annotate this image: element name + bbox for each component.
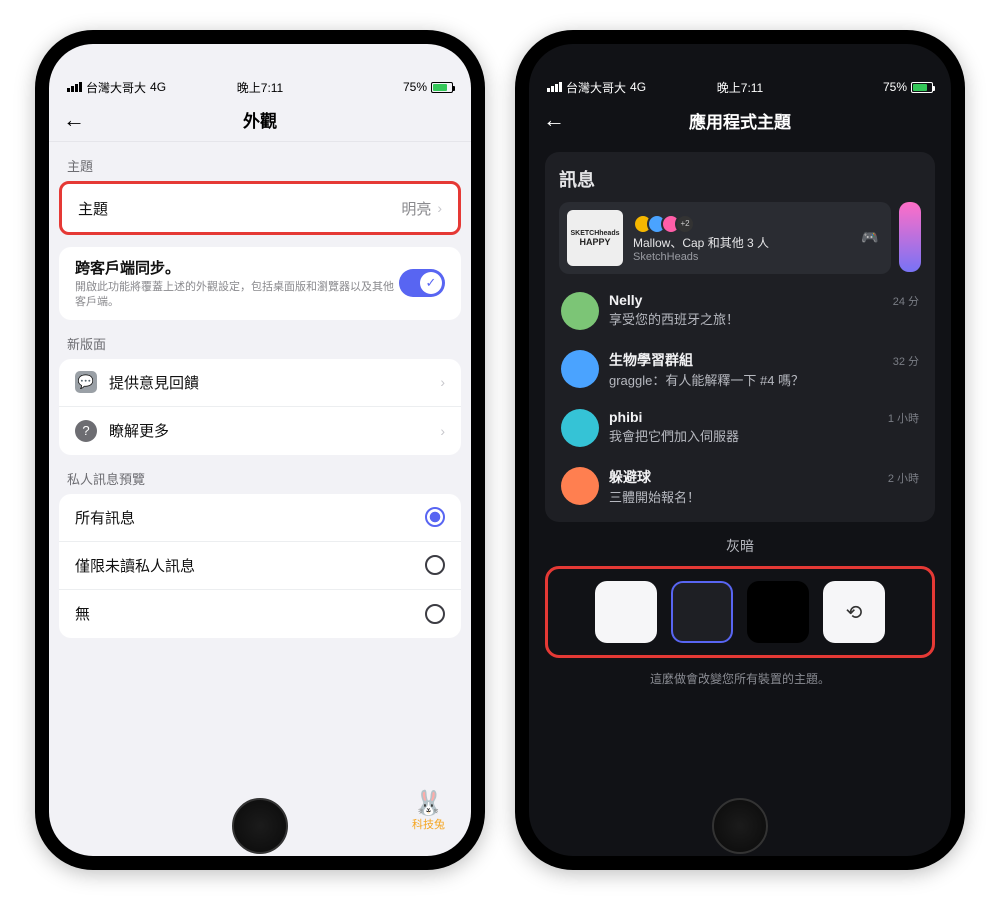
phone-left: 台灣大哥大 4G 晚上7:11 75% ← 外觀 主題 主題 明亮 › [35, 30, 485, 870]
nav-header: ← 應用程式主題 [529, 98, 951, 142]
message-text: 享受您的西班牙之旅！ [609, 309, 919, 328]
carrier-label: 台灣大哥大 [86, 79, 146, 96]
theme-option-light[interactable] [595, 581, 657, 643]
theme-row[interactable]: 主題 明亮 › [62, 184, 458, 232]
theme-option-auto[interactable]: ⟲ [823, 581, 885, 643]
back-button[interactable]: ← [63, 107, 85, 133]
message-text: 我會把它們加入伺服器 [609, 426, 919, 445]
footer-note: 這麼做會改變您所有裝置的主題。 [545, 670, 935, 687]
avatar [561, 350, 599, 388]
network-label: 4G [630, 80, 646, 94]
screen-appearance: 台灣大哥大 4G 晚上7:11 75% ← 外觀 主題 主題 明亮 › [49, 44, 471, 856]
current-theme-label: 灰暗 [545, 536, 935, 556]
avatar [561, 409, 599, 447]
signal-icon [547, 82, 562, 92]
network-label: 4G [150, 80, 166, 94]
message-name: Nelly [609, 292, 642, 308]
section-label-newlayout: 新版面 [49, 320, 471, 359]
page-title: 應用程式主題 [529, 108, 951, 133]
message-row[interactable]: phibi 1 小時我會把它們加入伺服器 [559, 399, 921, 457]
learn-more-label: 瞭解更多 [109, 420, 440, 441]
theme-option-dark[interactable] [671, 581, 733, 643]
avatar [561, 292, 599, 330]
sync-row[interactable]: 跨客戶端同步。 開啟此功能將覆蓋上述的外觀設定，包括桌面版和瀏覽器以及其他客戶端… [59, 247, 461, 320]
chevron-right-icon: › [437, 200, 442, 216]
battery-icon [911, 82, 933, 93]
message-name: 躲避球 [609, 467, 651, 487]
chat-icon: 💬 [75, 371, 97, 393]
activity-thumb: SKETCHheads HAPPY [567, 210, 623, 266]
battery-percent: 75% [403, 80, 427, 94]
avatar [561, 467, 599, 505]
theme-row-label: 主題 [78, 198, 401, 219]
theme-selector-highlight: ⟲ [545, 566, 935, 658]
message-text: 三體開始報名！ [609, 487, 919, 506]
page-title: 外觀 [49, 107, 471, 132]
message-time: 2 小時 [888, 470, 919, 486]
message-row[interactable]: 躲避球 2 小時三體開始報名！ [559, 457, 921, 516]
message-name: 生物學習群組 [609, 350, 693, 370]
radio-icon [425, 604, 445, 624]
message-time: 32 分 [893, 353, 919, 369]
sync-icon: ⟲ [846, 600, 863, 625]
screen-app-theme: 台灣大哥大 4G 晚上7:11 75% ← 應用程式主題 訊息 [529, 44, 951, 856]
message-text: graggle：有人能解釋一下 #4 嗎？ [609, 370, 919, 389]
theme-option-black[interactable] [747, 581, 809, 643]
learn-more-row[interactable]: ? 瞭解更多 › [59, 407, 461, 455]
clock-label: 晚上7:11 [717, 79, 763, 96]
radio-icon [425, 555, 445, 575]
theme-row-value: 明亮 [401, 198, 431, 219]
feedback-row[interactable]: 💬 提供意見回饋 › [59, 359, 461, 407]
preview-panel: 訊息 SKETCHheads HAPPY [545, 152, 935, 522]
status-bar: 台灣大哥大 4G 晚上7:11 75% [529, 76, 951, 98]
radio-selected-icon [425, 507, 445, 527]
question-icon: ? [75, 420, 97, 442]
section-label-theme: 主題 [49, 142, 471, 181]
battery-icon [431, 82, 453, 93]
rabbit-icon: 🐰 [412, 792, 445, 816]
activity-card[interactable]: SKETCHheads HAPPY +2 Mallow、C [559, 202, 891, 274]
chevron-right-icon: › [440, 423, 445, 439]
phone-right: 台灣大哥大 4G 晚上7:11 75% ← 應用程式主題 訊息 [515, 30, 965, 870]
message-row[interactable]: 生物學習群組 32 分graggle：有人能解釋一下 #4 嗎？ [559, 340, 921, 399]
status-bar: 台灣大哥大 4G 晚上7:11 75% [49, 76, 471, 98]
activity-subtitle: SketchHeads [633, 251, 769, 263]
message-time: 1 小時 [888, 410, 919, 426]
section-label-dmpreview: 私人訊息預覽 [49, 455, 471, 494]
activity-title: Mallow、Cap 和其他 3 人 [633, 234, 769, 251]
carrier-label: 台灣大哥大 [566, 79, 626, 96]
signal-icon [67, 82, 82, 92]
dm-opt-none[interactable]: 無 [59, 590, 461, 638]
panel-title: 訊息 [559, 166, 921, 192]
sync-toggle[interactable]: ✓ [399, 269, 445, 297]
clock-label: 晚上7:11 [237, 79, 283, 96]
battery-percent: 75% [883, 80, 907, 94]
gamepad-icon: 🎮 [861, 229, 883, 247]
sync-title: 跨客戶端同步。 [75, 257, 399, 278]
dm-opt-unread[interactable]: 僅限未讀私人訊息 [59, 542, 461, 590]
avatar-overflow-badge: +2 [675, 214, 695, 234]
back-button[interactable]: ← [543, 107, 565, 133]
feedback-label: 提供意見回饋 [109, 372, 440, 393]
nav-header: ← 外觀 [49, 98, 471, 142]
dm-opt-all[interactable]: 所有訊息 [59, 494, 461, 542]
avatar-stack: +2 [633, 214, 769, 234]
sync-desc: 開啟此功能將覆蓋上述的外觀設定，包括桌面版和瀏覽器以及其他客戶端。 [75, 280, 399, 310]
message-name: phibi [609, 409, 642, 425]
message-row[interactable]: Nelly 24 分享受您的西班牙之旅！ [559, 282, 921, 340]
activity-peek[interactable] [899, 202, 921, 272]
watermark: 🐰 科技兔 [412, 792, 445, 832]
message-time: 24 分 [893, 293, 919, 309]
chevron-right-icon: › [440, 374, 445, 390]
